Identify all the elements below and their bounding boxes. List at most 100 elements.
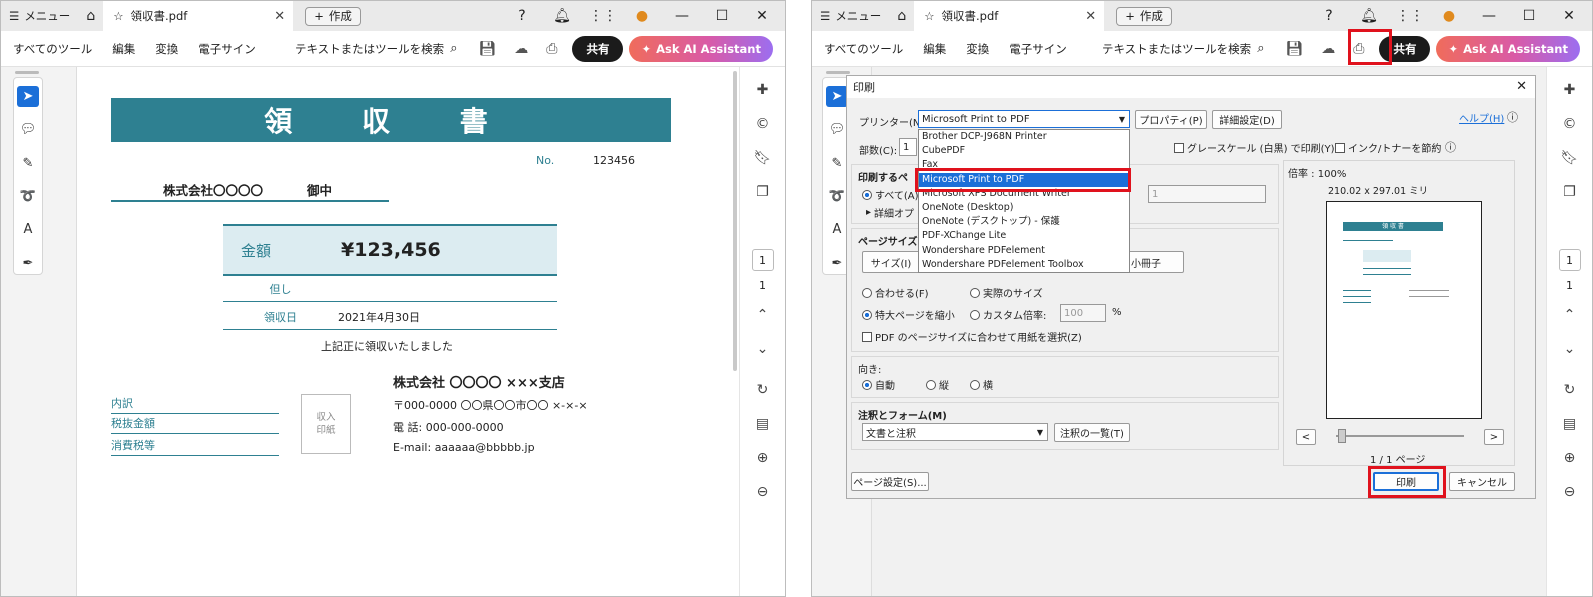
avatar[interactable]: ● [1436, 8, 1462, 24]
zoom-in-icon[interactable]: ⊕ [1564, 450, 1576, 470]
comment-icon[interactable]: 💬︎ [17, 119, 39, 140]
properties-button[interactable]: プロパティ(P) [1135, 110, 1207, 129]
fit-radio[interactable]: 合わせる(F) [862, 285, 929, 300]
vertical-scrollbar[interactable] [733, 71, 737, 371]
close-window-icon[interactable]: ✕ [749, 8, 775, 24]
annotation-list-button[interactable]: 注釈の一覧(T) [1054, 423, 1130, 442]
ink-save-checkbox[interactable]: インク/トナーを節約 [1335, 140, 1441, 155]
printer-option[interactable]: CubePDF [919, 144, 1129, 158]
help-icon[interactable]: ? [509, 8, 535, 24]
chevron-down-icon[interactable]: ⌄ [757, 341, 769, 361]
close-window-icon[interactable]: ✕ [1556, 8, 1582, 24]
select-cursor-icon[interactable]: ➤ [17, 86, 39, 108]
zoom-in-icon[interactable]: ⊕ [757, 450, 769, 470]
sign-icon[interactable]: ✒ [17, 253, 39, 274]
chevron-down-icon[interactable]: ⌄ [1564, 341, 1576, 361]
preview-slider[interactable] [1336, 435, 1464, 437]
apps-grid-icon[interactable]: ⋮⋮ [589, 8, 617, 24]
comment-panel-icon[interactable]: ✚ [757, 82, 769, 102]
page-view-icon[interactable]: ▤ [756, 416, 769, 436]
chevron-up-icon[interactable]: ⌃ [757, 307, 769, 327]
choose-paper-checkbox[interactable]: PDF のページサイズに合わせて用紙を選択(Z) [862, 329, 1082, 344]
printer-option[interactable]: OneNote (デスクトップ) - 保護 [919, 215, 1129, 229]
chevron-up-icon[interactable]: ⌃ [1564, 307, 1576, 327]
page-setup-button[interactable]: ページ設定(S)... [851, 472, 929, 491]
ai-assistant-button[interactable]: ✦ Ask AI Assistant [629, 35, 773, 62]
size-button[interactable]: サイズ(I) [862, 251, 920, 273]
comment-icon[interactable]: 💬︎ [826, 119, 848, 140]
home-button[interactable]: ⌂ [78, 1, 103, 31]
pages-icon[interactable]: ❐ [1563, 184, 1576, 204]
detail-options-toggle[interactable]: ▸ 詳細オプ [866, 205, 914, 220]
zoom-out-icon[interactable]: ⊖ [1564, 484, 1576, 504]
page-view-icon[interactable]: ▤ [1563, 416, 1576, 436]
panel-grip[interactable] [826, 71, 850, 74]
pen-icon[interactable]: ✎ [17, 153, 39, 174]
menu-edit[interactable]: 編集 [923, 41, 946, 57]
close-tab-icon[interactable]: ✕ [1085, 9, 1096, 24]
rotate-icon[interactable]: ↻ [1564, 382, 1576, 402]
advanced-button[interactable]: 詳細設定(D) [1212, 110, 1282, 129]
page-range-input[interactable]: 1 [1148, 185, 1266, 203]
menu-esign[interactable]: 電子サイン [198, 41, 256, 57]
lasso-icon[interactable]: ➰ [17, 186, 39, 207]
printer-option[interactable]: Wondershare PDFelement [919, 244, 1129, 258]
printer-option[interactable]: Wondershare PDFelement Toolbox [919, 258, 1129, 272]
panel-grip[interactable] [15, 71, 39, 74]
printer-select[interactable]: Microsoft Print to PDF ▼ [918, 110, 1130, 128]
search-tools[interactable]: テキストまたはツールを検索 ⌕ [295, 41, 457, 57]
save-icon[interactable]: 💾︎ [1285, 41, 1303, 57]
star-icon[interactable]: ☆ [924, 9, 934, 23]
minimize-icon[interactable]: — [1476, 8, 1502, 24]
menu-edit[interactable]: 編集 [112, 41, 135, 57]
menu-button[interactable]: ☰ メニュー [1, 1, 78, 31]
text-box-icon[interactable]: A [826, 219, 848, 240]
comment-panel-icon[interactable]: ✚ [1564, 82, 1576, 102]
menu-esign[interactable]: 電子サイン [1009, 41, 1067, 57]
share-button[interactable]: 共有 [572, 35, 624, 62]
printer-option[interactable]: Brother DCP-J968N Printer [919, 130, 1129, 144]
upload-cloud-icon[interactable]: ☁ [1321, 41, 1335, 57]
bell-icon[interactable]: 🔔︎ [1356, 8, 1382, 24]
auto-radio[interactable]: 自動 [862, 377, 895, 392]
portrait-radio[interactable]: 縦 [926, 377, 949, 392]
maximize-icon[interactable]: ☐ [709, 8, 735, 24]
page-number-box[interactable]: 1 [1558, 249, 1581, 271]
help-link[interactable]: ヘルプ(H) [1459, 110, 1504, 125]
annotations-select[interactable]: 文書と注釈 ▼ [862, 423, 1048, 441]
new-tab-button[interactable]: + 作成 [1116, 6, 1172, 26]
printer-option[interactable]: PDF-XChange Lite [919, 229, 1129, 243]
text-box-icon[interactable]: A [17, 219, 39, 240]
menu-convert[interactable]: 変換 [966, 41, 989, 57]
copies-input[interactable]: 1 [899, 138, 917, 156]
prev-page-button[interactable]: < [1296, 429, 1316, 445]
document-tab[interactable]: ☆ 領収書.pdf ✕ [914, 1, 1105, 31]
new-tab-button[interactable]: + 作成 [305, 6, 361, 26]
save-icon[interactable]: 💾︎ [478, 41, 496, 57]
upload-cloud-icon[interactable]: ☁ [514, 41, 528, 57]
landscape-radio[interactable]: 横 [970, 377, 993, 392]
help-icon[interactable]: ? [1316, 8, 1342, 24]
lasso-icon[interactable]: ➰ [826, 186, 848, 207]
menu-convert[interactable]: 変換 [155, 41, 178, 57]
ai-assistant-button[interactable]: ✦ Ask AI Assistant [1436, 35, 1580, 62]
copyright-icon[interactable]: © [756, 116, 770, 136]
custom-scale-radio[interactable]: カスタム倍率: [970, 307, 1046, 322]
menu-all-tools[interactable]: すべてのツール [824, 41, 903, 57]
page-number-box[interactable]: 1 [751, 249, 774, 271]
maximize-icon[interactable]: ☐ [1516, 8, 1542, 24]
printer-option[interactable]: OneNote (Desktop) [919, 201, 1129, 215]
copyright-icon[interactable]: © [1563, 116, 1577, 136]
sign-icon[interactable]: ✒ [826, 253, 848, 274]
star-icon[interactable]: ☆ [113, 9, 123, 23]
actual-size-radio[interactable]: 実際のサイズ [970, 285, 1043, 300]
cancel-button[interactable]: キャンセル [1449, 472, 1515, 491]
apps-grid-icon[interactable]: ⋮⋮ [1396, 8, 1424, 24]
all-pages-radio[interactable]: すべて(A) [862, 187, 919, 202]
zoom-out-icon[interactable]: ⊖ [757, 484, 769, 504]
bookmark-icon[interactable]: 🔖︎ [754, 150, 772, 170]
preview-slider-thumb[interactable] [1338, 429, 1346, 443]
menu-button[interactable]: ☰ メニュー [812, 1, 889, 31]
next-page-button[interactable]: > [1484, 429, 1504, 445]
close-tab-icon[interactable]: ✕ [274, 9, 285, 24]
